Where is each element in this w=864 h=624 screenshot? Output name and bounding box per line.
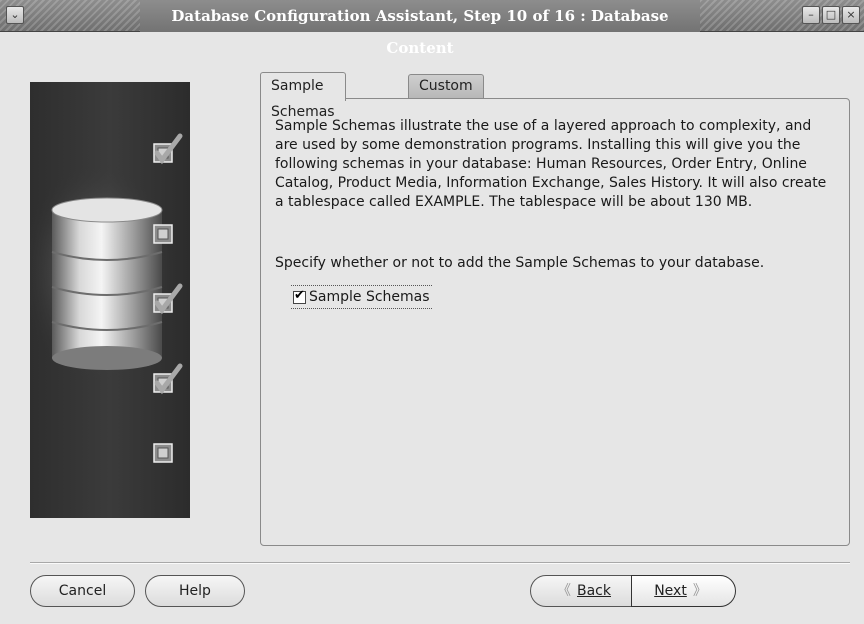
footer-separator xyxy=(30,562,850,564)
cancel-button[interactable]: Cancel xyxy=(30,575,135,607)
checkbox-empty-icon xyxy=(153,224,173,244)
maximize-icon[interactable]: □ xyxy=(822,6,840,24)
dbca-window: ⌄ Database Configuration Assistant, Step… xyxy=(0,0,864,624)
next-button-label: Next xyxy=(654,583,687,599)
database-illustration xyxy=(30,133,183,463)
sample-schemas-checkbox[interactable]: ✔ Sample Schemas xyxy=(291,285,432,309)
close-icon[interactable]: × xyxy=(842,6,860,24)
prompt-text: Specify whether or not to add the Sample… xyxy=(275,255,765,271)
tab-sample-schemas[interactable]: Sample Schemas xyxy=(260,72,346,120)
next-arrow-icon: 》 xyxy=(692,583,707,599)
minimize-icon[interactable]: – xyxy=(802,6,820,24)
tab-custom-scripts[interactable]: Custom Scripts xyxy=(408,74,484,116)
sample-schemas-checkbox-label: Sample Schemas xyxy=(309,289,430,305)
navigation-button-group: 《 Back Next 》 xyxy=(530,575,736,607)
description-text: Sample Schemas illustrate the use of a l… xyxy=(275,118,827,210)
checkbox-checked-icon xyxy=(153,363,183,395)
sample-schemas-panel: Sample Schemas illustrate the use of a l… xyxy=(260,98,850,546)
back-arrow-icon: 《 xyxy=(557,583,571,599)
checkbox-checked-icon xyxy=(153,133,183,165)
next-button[interactable]: Next 》 xyxy=(631,575,736,607)
checkmark-icon: ✔ xyxy=(294,287,305,303)
back-button-label: Back xyxy=(577,583,611,599)
database-cylinder-icon xyxy=(51,197,163,370)
step-progress-artwork xyxy=(30,82,190,518)
window-menu-icon[interactable]: ⌄ xyxy=(6,6,24,24)
checkbox-empty-icon xyxy=(153,443,173,463)
back-button[interactable]: 《 Back xyxy=(531,576,631,606)
help-button[interactable]: Help xyxy=(145,575,245,607)
title-bar: ⌄ Database Configuration Assistant, Step… xyxy=(0,0,864,57)
checkbox-box[interactable]: ✔ xyxy=(293,287,306,304)
window-title: Database Configuration Assistant, Step 1… xyxy=(140,0,700,57)
